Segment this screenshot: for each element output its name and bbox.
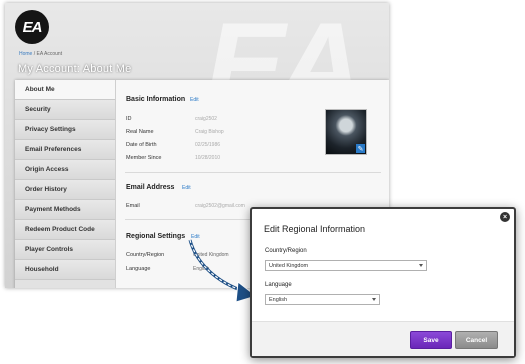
language-select[interactable]: English xyxy=(265,294,380,305)
language-selected-value: English xyxy=(269,296,288,303)
close-icon[interactable]: × xyxy=(500,212,510,222)
save-button[interactable]: Save xyxy=(410,331,452,349)
chevron-down-icon xyxy=(419,264,423,267)
chevron-down-icon xyxy=(372,298,376,301)
country-region-select[interactable]: United Kingdom xyxy=(265,260,427,271)
modal-footer: Save Cancel xyxy=(252,321,514,356)
cancel-button[interactable]: Cancel xyxy=(455,331,498,349)
modal-title: Edit Regional Information xyxy=(264,224,366,234)
language-field-label: Language xyxy=(265,282,292,288)
edit-regional-modal: × Edit Regional Information Country/Regi… xyxy=(250,207,516,358)
country-region-selected-value: United Kingdom xyxy=(269,262,309,269)
country-region-field-label: Country/Region xyxy=(265,248,307,254)
